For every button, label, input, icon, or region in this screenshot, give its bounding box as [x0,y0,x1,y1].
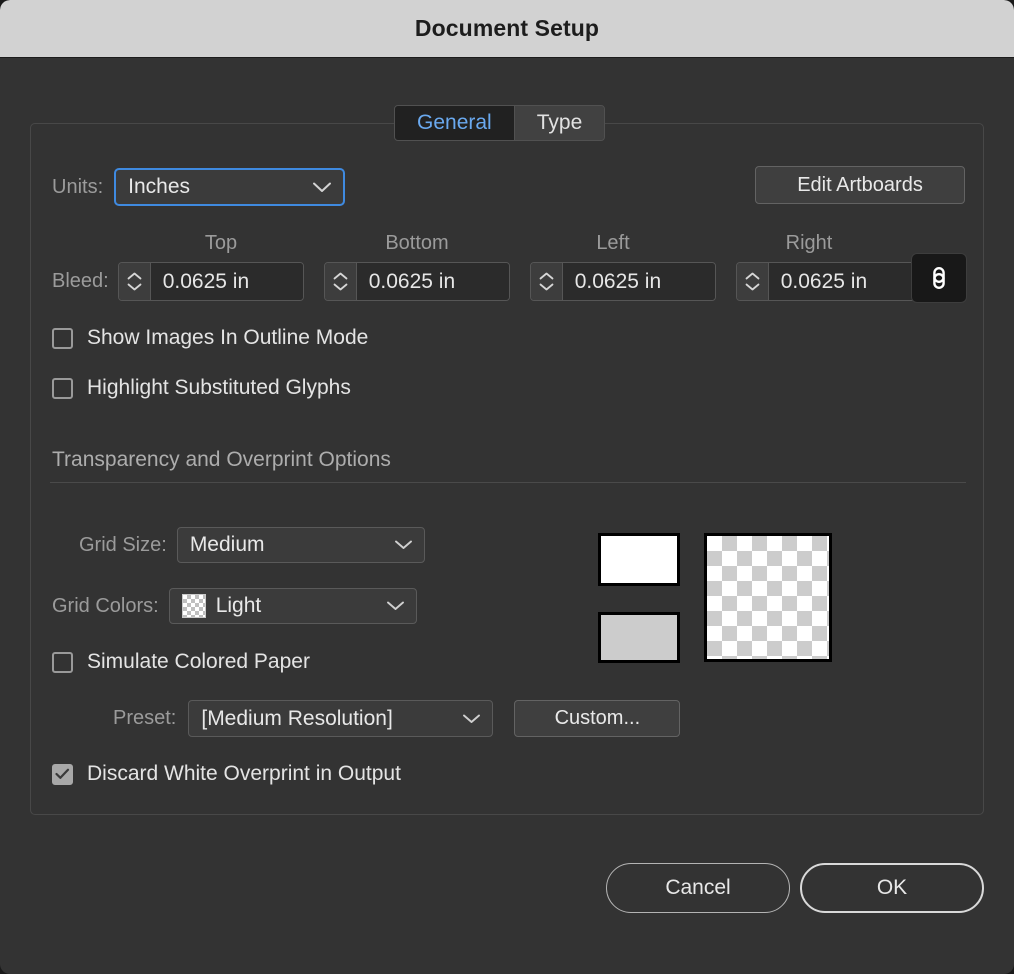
transparency-grid-preview [704,533,832,662]
ok-button[interactable]: OK [800,863,984,913]
bleed-bottom-stepper[interactable]: 0.0625 in [323,262,510,301]
grid-colors-row: Grid Colors: Light [52,588,417,624]
edit-artboards-button[interactable]: Edit Artboards [755,166,965,204]
bleed-right-stepper[interactable]: 0.0625 in [735,262,922,301]
grid-size-label: Grid Size: [79,533,167,556]
simulate-colored-paper-label: Simulate Colored Paper [87,650,310,673]
stepper-buttons-right[interactable] [736,263,769,300]
show-images-outline-checkbox[interactable] [52,327,73,349]
highlight-substituted-glyphs-label: Highlight Substituted Glyphs [87,376,351,399]
dialog-title: Document Setup [414,15,600,41]
grid-color-swatch-one[interactable] [598,533,680,586]
chevron-up-icon [333,272,348,280]
units-row: Units: Inches [52,168,346,206]
bleed-left-input[interactable]: 0.0625 in [562,263,715,300]
bleed-header-left: Left [596,232,630,254]
tab-general[interactable]: General [395,106,514,140]
bleed-left-stepper[interactable]: 0.0625 in [529,262,716,301]
bleed-top-input[interactable]: 0.0625 in [150,263,303,300]
discard-white-overprint-label: Discard White Overprint in Output [87,762,401,785]
stepper-buttons-left[interactable] [530,263,563,300]
grid-color-swatch-two[interactable] [598,612,680,663]
units-select[interactable]: Inches [114,168,346,206]
bleed-bottom-input[interactable]: 0.0625 in [356,263,509,300]
chevron-up-icon [539,272,554,280]
chevron-down-icon [539,283,554,291]
bleed-header-bottom: Bottom [385,232,449,254]
grid-colors-select[interactable]: Light [168,588,417,624]
simulate-colored-paper-checkbox-row[interactable]: Simulate Colored Paper [52,650,310,674]
tab-type[interactable]: Type [513,106,605,140]
tab-bar: General Type [394,105,606,141]
preset-select[interactable]: [Medium Resolution] [188,700,494,737]
show-images-outline-checkbox-row[interactable]: Show Images In Outline Mode [52,326,368,350]
custom-preset-button[interactable]: Custom... [514,700,681,737]
chevron-up-icon [127,272,142,280]
transparency-section-title: Transparency and Overprint Options [52,448,391,471]
stepper-buttons-top[interactable] [118,263,151,300]
grid-size-value: Medium [189,533,265,556]
chevron-down-icon [381,540,412,550]
chevron-down-icon [449,714,481,724]
bleed-header-top: Top [204,232,238,254]
bleed-column-headers: Top Bottom Left Right [0,232,1014,258]
link-chain-icon [933,266,945,290]
grid-size-select[interactable]: Medium [176,527,425,563]
chevron-up-icon [745,272,760,280]
preset-label: Preset: [113,707,177,729]
chevron-down-icon [373,601,404,611]
cancel-button[interactable]: Cancel [606,863,790,913]
chevron-down-icon [745,283,760,291]
grid-colors-label: Grid Colors: [52,594,159,617]
bleed-right-input[interactable]: 0.0625 in [768,263,921,300]
link-bleed-values-button[interactable] [911,253,967,303]
bleed-row: Bleed: 0.0625 in 0.0625 in 0.0625 in 0.0… [52,262,942,301]
checkerboard-swatch-icon [181,594,206,618]
document-setup-dialog: Document Setup General Type Units: Inche… [0,0,1014,974]
grid-size-row: Grid Size: Medium [79,527,425,563]
bleed-header-right: Right [785,232,833,254]
chevron-down-icon [333,283,348,291]
bleed-label: Bleed: [52,270,109,292]
chevron-down-icon [299,182,332,193]
simulate-colored-paper-checkbox[interactable] [52,651,73,673]
preset-value: [Medium Resolution] [201,706,393,730]
units-select-value: Inches [128,175,190,198]
stepper-buttons-bottom[interactable] [324,263,357,300]
section-divider [50,482,966,483]
units-label: Units: [52,175,104,198]
check-icon [55,768,70,779]
discard-white-overprint-checkbox[interactable] [52,763,73,785]
bleed-top-stepper[interactable]: 0.0625 in [117,262,304,301]
discard-white-overprint-checkbox-row[interactable]: Discard White Overprint in Output [52,762,401,786]
preset-row: Preset: [Medium Resolution] Custom... [113,700,681,737]
highlight-substituted-glyphs-checkbox-row[interactable]: Highlight Substituted Glyphs [52,376,351,400]
grid-colors-value: Light [215,594,262,617]
dialog-titlebar: Document Setup [0,0,1014,58]
chevron-down-icon [127,283,142,291]
highlight-substituted-glyphs-checkbox[interactable] [52,377,73,399]
show-images-outline-label: Show Images In Outline Mode [87,326,369,349]
